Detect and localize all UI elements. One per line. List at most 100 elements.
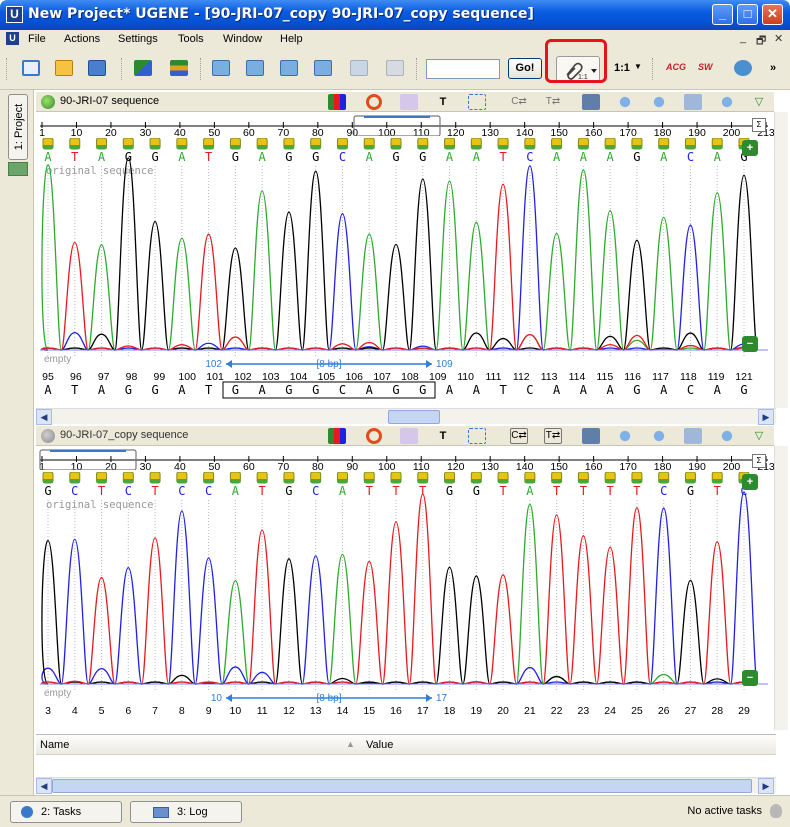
toolbar-overflow-icon[interactable]: » bbox=[770, 62, 776, 74]
name-column-header[interactable]: Name bbox=[40, 739, 69, 751]
mdi-minimize-button[interactable]: _ bbox=[740, 32, 746, 44]
translate-icon[interactable]: T⇄ bbox=[544, 94, 562, 110]
log-tab[interactable]: 3: Log bbox=[130, 801, 242, 823]
menu-bar: U File Actions Settings Tools Window Hel… bbox=[0, 30, 790, 48]
menu-actions[interactable]: Actions bbox=[64, 33, 100, 45]
zoom-reset-icon[interactable] bbox=[718, 428, 736, 444]
base-call: T bbox=[392, 484, 399, 498]
ruler-tick-label: 200 bbox=[723, 127, 741, 136]
sw-tool-icon[interactable]: SW bbox=[698, 62, 713, 72]
base-call: A bbox=[473, 150, 481, 164]
font-icon[interactable]: T bbox=[434, 94, 452, 110]
position-number: 10 bbox=[230, 705, 242, 717]
tasks-tab[interactable]: 2: Tasks bbox=[10, 801, 122, 823]
mdi-close-button[interactable]: ✕ bbox=[774, 32, 783, 45]
zoom-out-icon[interactable] bbox=[650, 94, 668, 110]
zoom-to-selection-icon[interactable] bbox=[684, 94, 702, 110]
acg-tool-icon[interactable]: ACG bbox=[666, 62, 686, 72]
ruler-tick-label: 70 bbox=[277, 461, 289, 470]
export-image-icon[interactable] bbox=[582, 428, 600, 444]
sequence-tool-icon[interactable] bbox=[134, 60, 152, 76]
panel-2-vertical-scrollbar[interactable] bbox=[774, 446, 788, 730]
menu-help[interactable]: Help bbox=[280, 33, 303, 45]
menu-window[interactable]: Window bbox=[223, 33, 262, 45]
scroll-left-icon[interactable]: ◀ bbox=[36, 409, 52, 425]
position-number: 5 bbox=[99, 705, 105, 717]
circular-view-icon[interactable] bbox=[366, 94, 382, 110]
scroll-right-icon[interactable]: ▶ bbox=[758, 409, 774, 425]
scroll-thumb[interactable] bbox=[52, 779, 752, 793]
translate-icon[interactable]: T⇄ bbox=[544, 428, 562, 444]
graph-icon[interactable] bbox=[400, 94, 418, 110]
panel-1-sum-icon[interactable]: Σ bbox=[752, 118, 766, 132]
new-project-icon[interactable] bbox=[22, 60, 40, 76]
doc-tool-1-icon[interactable] bbox=[212, 60, 230, 76]
project-tab[interactable]: 1: Project bbox=[8, 94, 28, 160]
font-icon[interactable]: T bbox=[434, 428, 452, 444]
doc-tool-6-icon[interactable] bbox=[386, 60, 404, 76]
menu-settings[interactable]: Settings bbox=[118, 33, 158, 45]
value-column-header[interactable]: Value bbox=[366, 739, 393, 751]
base-call: C bbox=[526, 150, 533, 164]
quality-marker-bar bbox=[123, 479, 134, 483]
panel-2-chromatogram[interactable]: G C T C T C C A T G C A T T T G G T A T T T T C G T Coriginal sequ… bbox=[36, 472, 774, 730]
menu-file[interactable]: File bbox=[28, 33, 46, 45]
zoom-ratio-label[interactable]: 1:1 bbox=[614, 62, 630, 74]
horizontal-scrollbar-1[interactable]: ◀ ▶ bbox=[36, 408, 776, 425]
graph-icon[interactable] bbox=[400, 428, 418, 444]
zoom-reset-icon[interactable] bbox=[718, 94, 736, 110]
position-number: 9 bbox=[206, 705, 212, 717]
sequence-base: A bbox=[259, 383, 267, 397]
panel-2-sum-icon[interactable]: Σ bbox=[752, 454, 766, 468]
title-bar: U New Project* UGENE - [90-JRI-07_copy 9… bbox=[0, 0, 790, 30]
select-region-icon[interactable] bbox=[468, 428, 486, 444]
base-call: G bbox=[633, 150, 640, 164]
open-folder-icon[interactable] bbox=[55, 60, 73, 76]
position-number: 114 bbox=[569, 371, 586, 383]
export-image-icon[interactable] bbox=[582, 94, 600, 110]
doc-tool-3-icon[interactable] bbox=[280, 60, 298, 76]
scroll-right-icon[interactable]: ▶ bbox=[758, 778, 774, 794]
minimize-button[interactable]: _ bbox=[712, 4, 733, 25]
circular-view-icon[interactable] bbox=[366, 428, 382, 444]
quality-marker-bar bbox=[364, 479, 375, 483]
panel-1-vertical-scrollbar[interactable] bbox=[774, 112, 788, 408]
collapse-panel-icon[interactable]: ▽ bbox=[750, 94, 768, 110]
zoom-in-icon[interactable] bbox=[616, 428, 634, 444]
select-region-icon[interactable] bbox=[468, 94, 486, 110]
complement-icon[interactable]: C⇄ bbox=[510, 94, 528, 110]
maximize-button[interactable]: □ bbox=[737, 4, 758, 25]
zoom-in-icon[interactable] bbox=[616, 94, 634, 110]
scroll-left-icon[interactable]: ◀ bbox=[36, 778, 52, 794]
zoom-dropdown-icon[interactable]: ▼ bbox=[634, 62, 642, 71]
position-number: 107 bbox=[373, 371, 391, 383]
save-icon[interactable] bbox=[88, 60, 106, 76]
menu-tools[interactable]: Tools bbox=[178, 33, 204, 45]
panel-2-zoom-in-button[interactable]: + bbox=[742, 474, 758, 490]
panel-1-header: 90-JRI-07 sequence T C⇄ T⇄ ▽ bbox=[36, 92, 774, 112]
doc-tool-2-icon[interactable] bbox=[246, 60, 264, 76]
collapse-panel-icon[interactable]: ▽ bbox=[750, 428, 768, 444]
zoom-to-selection-icon[interactable] bbox=[684, 428, 702, 444]
query-tool-icon[interactable] bbox=[734, 60, 752, 76]
horizontal-scrollbar-2[interactable]: ◀ ▶ bbox=[36, 777, 776, 794]
show-sequence-icon[interactable] bbox=[328, 428, 346, 444]
position-number: 20 bbox=[497, 705, 509, 717]
zoom-out-icon[interactable] bbox=[650, 428, 668, 444]
alignment-tool-icon[interactable] bbox=[170, 60, 188, 76]
position-number: 23 bbox=[578, 705, 590, 717]
panel-1-zoom-in-button[interactable]: + bbox=[742, 140, 758, 156]
project-view-icon[interactable] bbox=[8, 162, 28, 176]
scroll-thumb[interactable] bbox=[388, 410, 440, 424]
search-input[interactable] bbox=[426, 59, 500, 79]
close-button[interactable]: ✕ bbox=[762, 4, 783, 25]
complement-icon[interactable]: C⇄ bbox=[510, 428, 528, 444]
go-button[interactable]: Go! bbox=[508, 58, 542, 79]
show-sequence-icon[interactable] bbox=[328, 94, 346, 110]
panel-2-zoom-out-button[interactable]: − bbox=[742, 670, 758, 686]
doc-tool-5-icon[interactable] bbox=[350, 60, 368, 76]
doc-tool-4-icon[interactable] bbox=[314, 60, 332, 76]
panel-1-chromatogram[interactable]: A T A G G A T G A G G C A G G A A T C A A A G A C A Goriginal sequ… bbox=[36, 138, 774, 408]
panel-1-zoom-out-button[interactable]: − bbox=[742, 336, 758, 352]
task-status-icon bbox=[770, 804, 782, 818]
